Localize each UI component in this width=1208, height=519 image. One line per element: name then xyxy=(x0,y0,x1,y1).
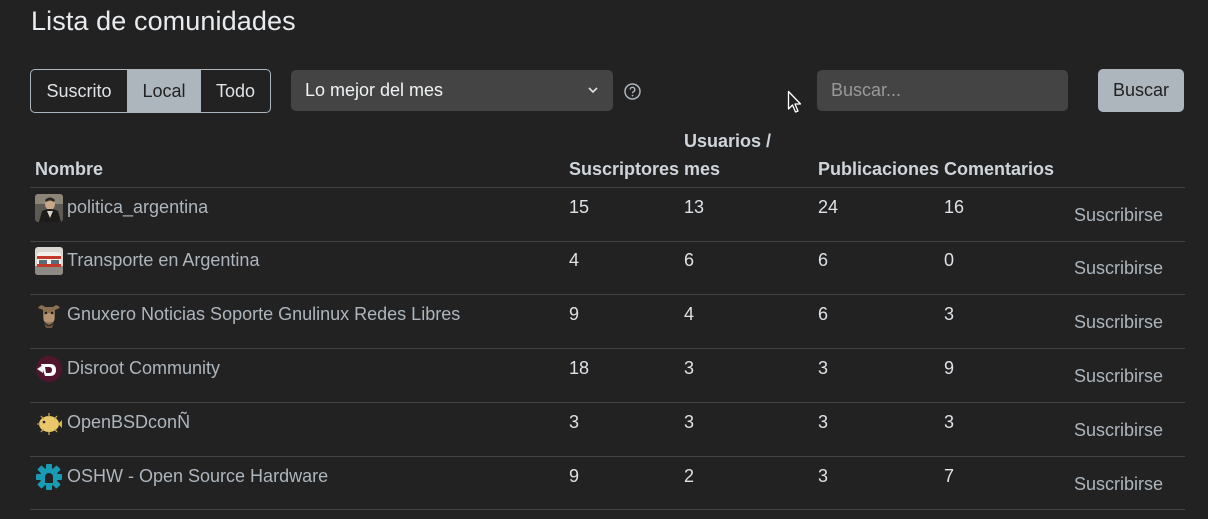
filter-local[interactable]: Local xyxy=(127,70,201,112)
subscribe-link[interactable]: Suscribirse xyxy=(1074,363,1163,389)
sort-select-value: Lo mejor del mes xyxy=(305,80,444,100)
posts-count: 3 xyxy=(818,466,829,486)
users-month-count: 2 xyxy=(684,466,695,486)
comments-count: 3 xyxy=(944,412,955,432)
column-header-users-month-line2: mes xyxy=(684,159,721,179)
subscribers-count: 4 xyxy=(569,250,580,270)
users-month-count: 13 xyxy=(684,197,705,217)
community-name-link[interactable]: OpenBSDconÑ xyxy=(67,409,190,435)
row-divider xyxy=(30,509,1185,510)
train-avatar-icon xyxy=(35,247,63,275)
table-row: Transporte en Argentina 4 6 6 0 Suscribi… xyxy=(30,241,1185,294)
subscribers-count: 18 xyxy=(569,358,590,378)
mouse-cursor-icon xyxy=(787,90,803,119)
community-name-link[interactable]: politica_argentina xyxy=(67,194,208,220)
table-row: OSHW - Open Source Hardware 9 2 3 7 Susc… xyxy=(30,457,1185,510)
column-header-name[interactable]: Nombre xyxy=(35,155,103,183)
subscribe-link[interactable]: Suscribirse xyxy=(1074,309,1163,335)
subscribe-link[interactable]: Suscribirse xyxy=(1074,417,1163,443)
column-header-users-month[interactable]: Usuarios / mes xyxy=(684,127,771,183)
posts-count: 3 xyxy=(818,358,829,378)
comments-count: 0 xyxy=(944,250,955,270)
filter-all[interactable]: Todo xyxy=(201,70,270,112)
column-header-posts[interactable]: Publicaciones xyxy=(818,155,939,183)
subscribers-count: 9 xyxy=(569,466,580,486)
users-month-count: 3 xyxy=(684,358,695,378)
page-title: Lista de comunidades xyxy=(31,6,296,36)
posts-count: 3 xyxy=(818,412,829,432)
subscribe-link[interactable]: Suscribirse xyxy=(1074,471,1163,497)
column-header-comments[interactable]: Comentarios xyxy=(944,155,1054,183)
posts-count: 24 xyxy=(818,197,839,217)
community-name-link[interactable]: Disroot Community xyxy=(67,355,220,381)
pufferfish-avatar-icon xyxy=(35,409,63,437)
gnu-avatar-icon xyxy=(35,301,63,329)
portrait-avatar-icon xyxy=(35,194,63,222)
subscribers-count: 9 xyxy=(569,304,580,324)
disroot-avatar-icon xyxy=(35,355,63,383)
column-header-users-month-line1: Usuarios / xyxy=(684,131,772,151)
community-name-link[interactable]: Transporte en Argentina xyxy=(67,247,259,273)
users-month-count: 6 xyxy=(684,250,695,270)
subscribe-link[interactable]: Suscribirse xyxy=(1074,255,1163,281)
comments-count: 7 xyxy=(944,466,955,486)
table-row: politica_argentina 15 13 24 16 Suscribir… xyxy=(30,188,1185,241)
posts-count: 6 xyxy=(818,304,829,324)
table-row: OpenBSDconÑ 3 3 3 3 Suscribirse xyxy=(30,403,1185,456)
chevron-down-icon xyxy=(587,82,599,103)
sort-select[interactable]: Lo mejor del mes xyxy=(291,70,613,111)
community-name-link[interactable]: OSHW - Open Source Hardware xyxy=(67,463,328,489)
community-name-link[interactable]: Gnuxero Noticias Soporte Gnulinux Redes … xyxy=(67,301,460,327)
users-month-count: 4 xyxy=(684,304,695,324)
subscribers-count: 3 xyxy=(569,412,580,432)
users-month-count: 3 xyxy=(684,412,695,432)
search-input[interactable]: Buscar... xyxy=(817,70,1068,111)
table-row: Disroot Community 18 3 3 9 Suscribirse xyxy=(30,349,1185,402)
gear-avatar-icon xyxy=(35,463,63,491)
search-placeholder: Buscar... xyxy=(831,80,902,100)
search-button[interactable]: Buscar xyxy=(1098,69,1184,112)
comments-count: 16 xyxy=(944,197,965,217)
listing-type-filter: Suscrito Local Todo xyxy=(30,69,271,113)
help-icon[interactable] xyxy=(623,82,642,106)
posts-count: 6 xyxy=(818,250,829,270)
table-row: Gnuxero Noticias Soporte Gnulinux Redes … xyxy=(30,295,1185,348)
subscribers-count: 15 xyxy=(569,197,590,217)
comments-count: 3 xyxy=(944,304,955,324)
comments-count: 9 xyxy=(944,358,955,378)
subscribe-link[interactable]: Suscribirse xyxy=(1074,202,1163,228)
column-header-subscribers[interactable]: Suscriptores xyxy=(569,155,679,183)
filter-subscribed[interactable]: Suscrito xyxy=(31,70,127,112)
